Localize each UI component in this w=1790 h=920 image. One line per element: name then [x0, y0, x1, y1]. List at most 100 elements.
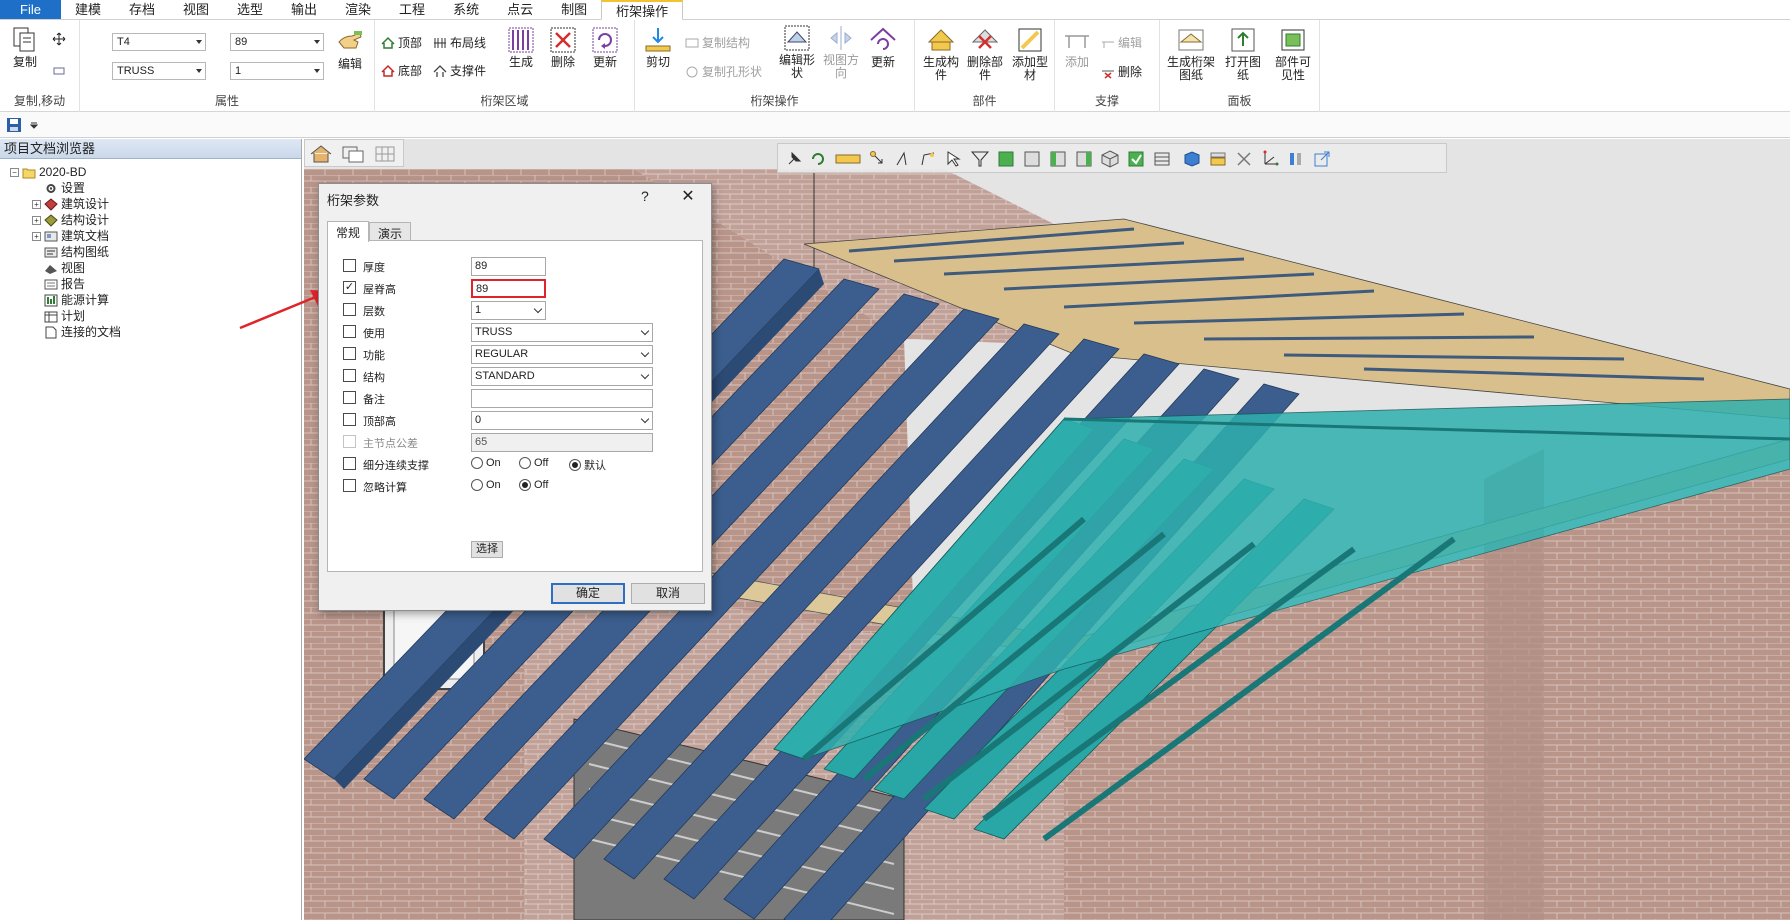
generate-button[interactable]: 生成 [503, 26, 539, 69]
usage-combo[interactable]: TRUSS [112, 62, 206, 80]
delete-area-button[interactable]: 删除 [545, 26, 581, 69]
menu-view[interactable]: 视图 [169, 0, 223, 19]
ignore-on-radio[interactable]: On [471, 479, 501, 491]
tree-item-views[interactable]: 视图 [44, 260, 85, 276]
view-right-icon[interactable] [1074, 149, 1094, 169]
delete-support-button[interactable]: 删除 [1101, 63, 1142, 80]
menu-render[interactable]: 渲染 [331, 0, 385, 19]
menu-drafting[interactable]: 制图 [547, 0, 601, 19]
view-left-icon[interactable] [1048, 149, 1068, 169]
thickness-checkbox[interactable] [343, 259, 356, 272]
cancel-button[interactable]: 取消 [631, 583, 705, 604]
tree-item-architecture[interactable]: + 建筑设计 [32, 196, 109, 212]
thickness-input[interactable]: 89 [471, 257, 546, 276]
tree-item-linked-docs[interactable]: 连接的文档 [44, 324, 121, 340]
storey-icon[interactable] [1208, 149, 1228, 169]
select-button[interactable]: 选择 [471, 541, 503, 558]
edit-properties-button[interactable]: 编辑 [330, 28, 370, 71]
expand-icon[interactable]: + [32, 215, 41, 225]
ridge-height-checkbox[interactable]: ✓ [343, 281, 356, 294]
menu-system[interactable]: 系统 [439, 0, 493, 19]
rotate-icon[interactable] [808, 149, 828, 169]
bottom-button[interactable]: 底部 [381, 62, 422, 79]
snap-curve-icon[interactable] [918, 149, 938, 169]
tree-root[interactable]: − 2020-BD [10, 164, 86, 180]
tree-item-schedule[interactable]: 计划 [44, 308, 85, 324]
snap-line-icon[interactable] [894, 149, 914, 169]
delete-parts-button[interactable]: 删除部件 [965, 26, 1005, 82]
view-top-icon[interactable] [1126, 149, 1146, 169]
snap-point-icon[interactable] [868, 149, 888, 169]
tree-item-reports[interactable]: 报告 [44, 276, 85, 292]
view-iso-icon[interactable] [1100, 149, 1120, 169]
truss-type-combo[interactable]: T4 [112, 33, 206, 51]
measure-ruler-icon[interactable] [834, 149, 862, 169]
plies-checkbox[interactable] [343, 303, 356, 316]
home-view-icon[interactable] [309, 144, 333, 164]
top-height-select[interactable]: 0 [471, 411, 653, 430]
tree-item-structure[interactable]: + 结构设计 [32, 212, 109, 228]
axis-icon[interactable] [1260, 149, 1280, 169]
add-profile-button[interactable]: 添加型材 [1009, 26, 1051, 82]
update-ops-button[interactable]: 更新 [865, 26, 901, 69]
menu-selection[interactable]: 选型 [223, 0, 277, 19]
expand-icon[interactable]: + [32, 199, 41, 209]
qat-dropdown-icon[interactable] [30, 121, 38, 129]
expand-icon[interactable]: + [32, 231, 41, 241]
tab-general[interactable]: 常规 [327, 221, 370, 242]
tree-item-energy[interactable]: 能源计算 [44, 292, 109, 308]
subdivide-bracing-checkbox[interactable] [343, 457, 356, 470]
usage-select[interactable]: TRUSS [471, 323, 653, 342]
window-view-icon[interactable] [341, 144, 365, 164]
clip-icon[interactable] [1286, 149, 1306, 169]
tree-item-arch-docs[interactable]: + 建筑文档 [32, 228, 109, 244]
tab-presentation[interactable]: 演示 [369, 222, 412, 241]
move-button[interactable] [52, 32, 66, 46]
ridge-height-input[interactable]: 89 [471, 279, 546, 298]
menu-pointcloud[interactable]: 点云 [493, 0, 547, 19]
note-checkbox[interactable] [343, 391, 356, 404]
structure-checkbox[interactable] [343, 369, 356, 382]
menu-output[interactable]: 输出 [277, 0, 331, 19]
view-back-icon[interactable] [1022, 149, 1042, 169]
export-view-icon[interactable] [1312, 149, 1332, 169]
grid-view-icon[interactable] [373, 144, 397, 164]
menu-truss-operations[interactable]: 桁架操作 [601, 0, 684, 20]
menu-project[interactable]: 工程 [385, 0, 439, 19]
help-button[interactable]: ? [641, 188, 649, 204]
plies-select[interactable]: 1 [471, 301, 546, 320]
update-area-button[interactable]: 更新 [587, 26, 623, 69]
mirror-button[interactable] [52, 64, 66, 78]
generate-parts-button[interactable]: 生成构件 [921, 26, 961, 82]
add-support-button[interactable]: 添加 [1059, 26, 1095, 69]
menu-archive[interactable]: 存档 [115, 0, 169, 19]
part-visibility-button[interactable]: 部件可见性 [1270, 26, 1316, 82]
generate-truss-drawing-button[interactable]: 生成桁架图纸 [1166, 26, 1216, 82]
save-icon[interactable] [6, 117, 22, 133]
ignore-off-radio[interactable]: Off [519, 479, 548, 491]
cut-button[interactable]: 剪切 [641, 26, 675, 69]
note-input[interactable] [471, 389, 653, 408]
ok-button[interactable]: 确定 [551, 583, 625, 604]
close-icon[interactable]: ✕ [678, 186, 698, 206]
copy-structure-button[interactable]: 复制结构 [685, 34, 750, 51]
ignore-calc-checkbox[interactable] [343, 479, 356, 492]
support-member-button[interactable]: 支撑件 [433, 62, 486, 79]
filter-icon[interactable] [970, 149, 990, 169]
function-checkbox[interactable] [343, 347, 356, 360]
select-cursor-icon[interactable] [944, 149, 964, 169]
subdivide-default-radio[interactable]: 默认 [569, 457, 606, 473]
edit-shape-button[interactable]: 编辑形状 [775, 24, 819, 80]
top-button[interactable]: 顶部 [381, 34, 422, 51]
subdivide-off-radio[interactable]: Off [519, 457, 548, 469]
explode-icon[interactable] [1234, 149, 1254, 169]
edit-support-button[interactable]: 编辑 [1101, 34, 1142, 51]
tree-item-settings[interactable]: 设置 [44, 180, 85, 196]
top-height-checkbox[interactable] [343, 413, 356, 426]
menu-file[interactable]: File [0, 0, 61, 19]
subdivide-on-radio[interactable]: On [471, 457, 501, 469]
layout-line-button[interactable]: 布局线 [433, 34, 486, 51]
usage-checkbox[interactable] [343, 325, 356, 338]
copy-hole-shape-button[interactable]: 复制孔形状 [685, 63, 762, 80]
tree-item-struct-drawings[interactable]: 结构图纸 [44, 244, 109, 260]
